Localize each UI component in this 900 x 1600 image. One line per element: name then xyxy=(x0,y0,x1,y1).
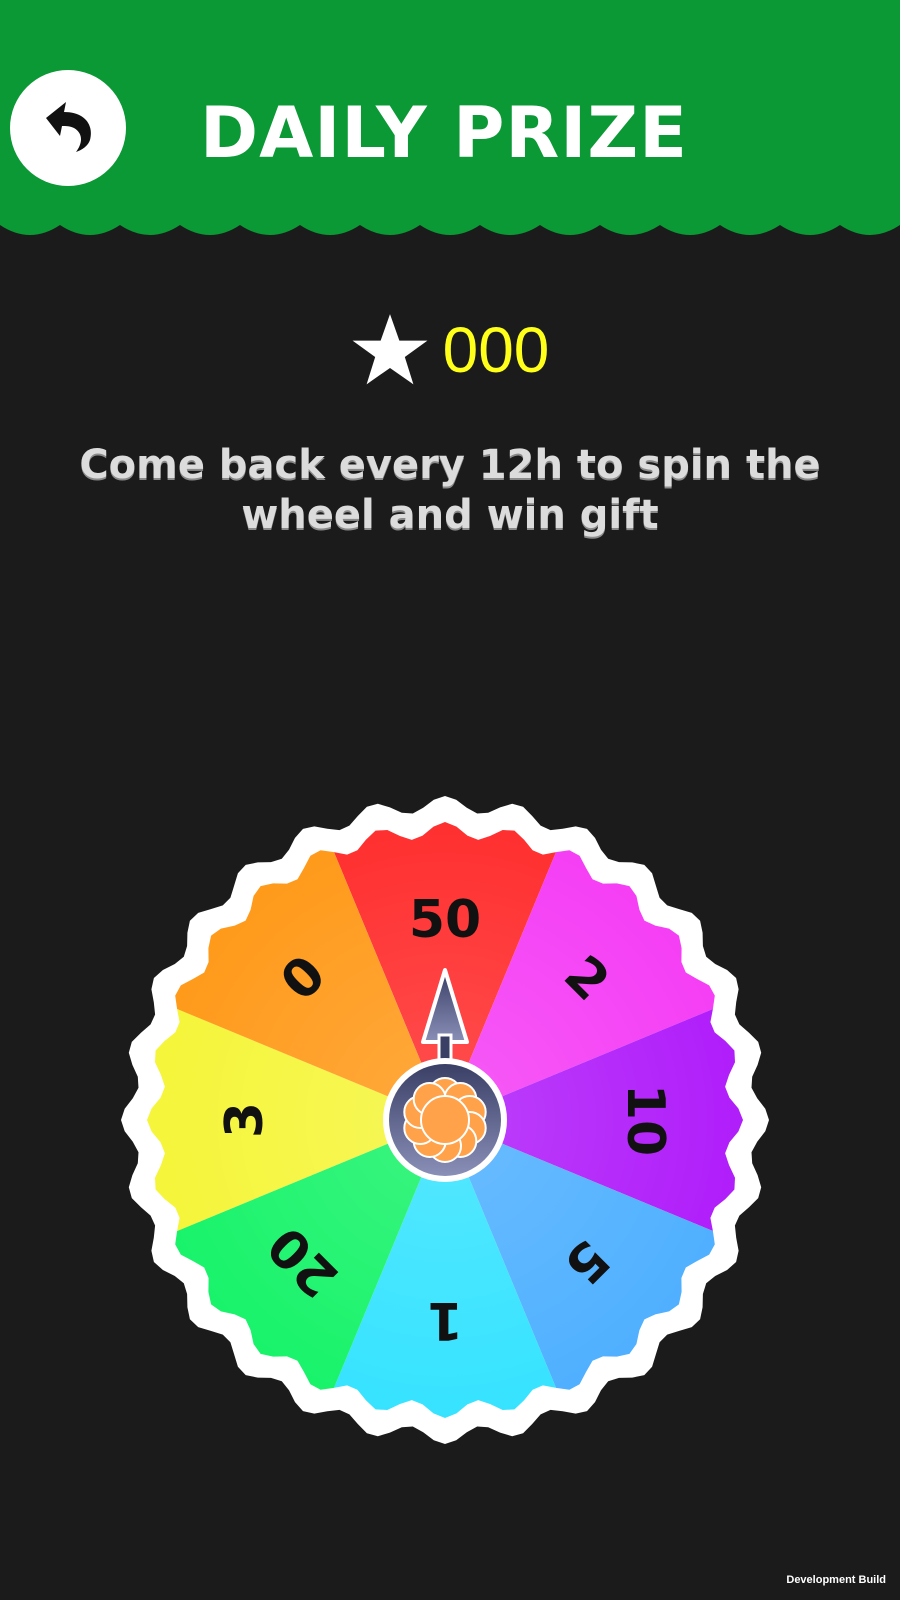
header-bar: DAILY PRIZE xyxy=(0,0,900,250)
page-title: DAILY PRIZE xyxy=(200,92,688,174)
wheel-segment-label: 1 xyxy=(427,1290,463,1350)
back-arrow-icon xyxy=(46,102,91,152)
instruction-text: Come back every 12h to spin the wheel an… xyxy=(79,442,821,538)
wheel-segment-label: 50 xyxy=(409,890,481,950)
flower-hub-icon xyxy=(403,1077,487,1163)
wheel-graphic: 50210512030 xyxy=(121,796,769,1444)
score-value: 000 xyxy=(442,314,550,386)
score-display: 000 xyxy=(0,310,900,390)
back-button[interactable] xyxy=(10,70,126,186)
prize-wheel[interactable]: 50 2 10 5 1 20 3 0 xyxy=(105,780,785,1460)
wheel-segment-label: 3 xyxy=(215,1102,275,1138)
build-label: Development Build xyxy=(786,1574,886,1586)
star-icon xyxy=(352,314,428,385)
wheel-segment-label: 10 xyxy=(615,1084,675,1156)
